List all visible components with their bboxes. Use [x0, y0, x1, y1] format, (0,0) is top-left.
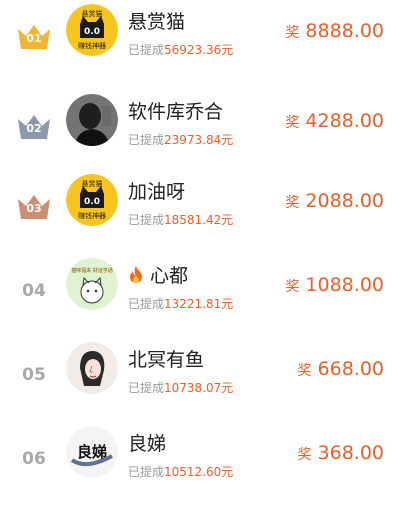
- rank-badge: 04: [22, 281, 46, 301]
- cartoon-cat-icon: 猫咪福来 财运亨通: [66, 258, 118, 310]
- man-portrait-icon: [66, 94, 118, 146]
- rank-badge: 02: [14, 112, 54, 142]
- calligraphy-icon: 良娣: [66, 426, 118, 478]
- user-name: 良娣: [128, 433, 167, 455]
- reward-amount: 奖 668.00: [297, 358, 384, 380]
- rank-badge: 01: [14, 22, 54, 52]
- withdrawn-amount: 已提成23973.84元: [128, 133, 234, 147]
- woman-sketch-icon: [66, 342, 118, 394]
- withdrawn-amount: 已提成56923.36元: [128, 43, 234, 57]
- svg-text:猫咪福来 财运亨通: 猫咪福来 财运亨通: [71, 267, 113, 274]
- reward-ranking-list: 01 悬赏猫 0.0 赚钱神器 悬赏猫 已提成56923.36元 奖 8888.0…: [0, 0, 400, 484]
- svg-text:赚钱神器: 赚钱神器: [78, 41, 106, 50]
- reward-amount: 奖 2088.00: [285, 190, 384, 212]
- avatar[interactable]: [66, 94, 118, 146]
- withdrawn-amount: 已提成10738.07元: [128, 381, 234, 395]
- reward-amount: 奖 8888.00: [285, 20, 384, 42]
- svg-text:良娣: 良娣: [77, 443, 107, 461]
- ranking-row-1[interactable]: 01 悬赏猫 0.0 赚钱神器 悬赏猫 已提成56923.36元 奖 8888.0…: [0, 4, 400, 88]
- avatar[interactable]: 悬赏猫 0.0 赚钱神器: [66, 174, 118, 226]
- user-name: 北冥有鱼: [128, 349, 205, 371]
- ranking-row-3[interactable]: 03 悬赏猫 0.0 赚钱神器 加油呀 已提成18581.42元 奖 2088.0…: [0, 174, 400, 258]
- withdrawn-amount: 已提成13221.81元: [128, 297, 234, 311]
- user-name: 加油呀: [128, 181, 186, 203]
- ranking-row-5[interactable]: 05 北冥有鱼 已提成10738.07元 奖 668.00: [0, 342, 400, 426]
- svg-text:悬赏猫: 悬赏猫: [82, 179, 103, 188]
- svg-text:0.0: 0.0: [84, 197, 100, 207]
- rank-badge: 06: [22, 449, 46, 469]
- reward-amount: 奖 4288.00: [285, 110, 384, 132]
- user-name: 软件库乔合: [128, 101, 224, 123]
- avatar[interactable]: 良娣: [66, 426, 118, 478]
- avatar[interactable]: 猫咪福来 财运亨通: [66, 258, 118, 310]
- svg-text:悬赏猫: 悬赏猫: [82, 9, 103, 18]
- rank-badge: 05: [22, 365, 46, 385]
- avatar[interactable]: 悬赏猫 0.0 赚钱神器: [66, 4, 118, 56]
- fire-icon: [128, 265, 144, 289]
- reward-amount: 奖 368.00: [297, 442, 384, 464]
- svg-text:0.0: 0.0: [84, 27, 100, 37]
- rank-badge: 03: [14, 192, 54, 222]
- withdrawn-amount: 已提成10512.60元: [128, 465, 234, 479]
- cat-logo-icon: 悬赏猫 0.0 赚钱神器: [66, 4, 118, 56]
- withdrawn-amount: 已提成18581.42元: [128, 213, 234, 227]
- cat-logo-icon: 悬赏猫 0.0 赚钱神器: [66, 174, 118, 226]
- user-name: 悬赏猫: [128, 11, 186, 33]
- ranking-row-4[interactable]: 04 猫咪福来 财运亨通 心都 已提成13221.81元 奖 1088.00: [0, 258, 400, 342]
- ranking-row-2[interactable]: 02 软件库乔合 已提成23973.84元 奖 4288.00: [0, 94, 400, 178]
- reward-amount: 奖 1088.00: [285, 274, 384, 296]
- avatar[interactable]: [66, 342, 118, 394]
- ranking-row-6[interactable]: 06 良娣 良娣 已提成10512.60元 奖 368.00: [0, 426, 400, 510]
- svg-text:赚钱神器: 赚钱神器: [78, 211, 106, 220]
- user-name: 心都: [128, 261, 188, 289]
